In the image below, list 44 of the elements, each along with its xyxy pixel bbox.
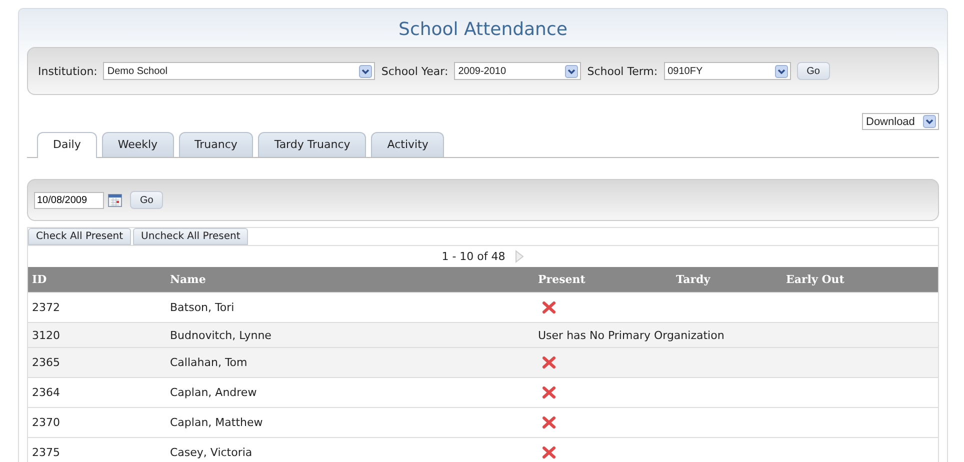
page-count: 1 - 10 of 48	[442, 250, 506, 263]
column-header: Name	[169, 273, 207, 286]
calendar-icon	[108, 194, 122, 206]
table-cell-text: Caplan, Andrew	[169, 386, 258, 399]
table-cell-text: 2365	[31, 356, 61, 369]
table-cell-text: Callahan, Tom	[169, 356, 248, 369]
tab[interactable]: Tardy Truancy	[258, 132, 366, 157]
cross-icon	[542, 356, 556, 369]
next-page-icon	[515, 250, 524, 263]
cross-icon	[542, 301, 556, 314]
select-field[interactable]: 0910FY	[664, 62, 791, 80]
field-label: School Term:	[587, 64, 658, 78]
cross-icon	[542, 446, 556, 459]
table-cell-text: Budnovitch, Lynne	[169, 328, 272, 342]
go-button[interactable]: Go	[796, 62, 830, 80]
action-button[interactable]: Uncheck All Present	[133, 228, 248, 245]
column-header: Present	[537, 273, 586, 286]
table-cell-text: 2364	[31, 386, 61, 399]
table-cell-text: 2370	[31, 416, 61, 429]
table-cell-text: 3120	[31, 328, 61, 342]
field-label: School Year:	[381, 64, 448, 78]
go-button[interactable]: Go	[130, 191, 164, 209]
table-cell-text: Batson, Tori	[169, 301, 236, 314]
download-select[interactable]: Download	[862, 113, 939, 130]
field-label: Institution:	[38, 64, 98, 78]
table-cell-text: User has No Primary Organization	[537, 328, 724, 342]
column-header: Early Out	[785, 273, 846, 286]
tab[interactable]: Daily	[37, 132, 97, 158]
page-title: School Attendance	[398, 18, 568, 42]
cross-icon	[542, 416, 556, 429]
table-cell-text: Casey, Victoria	[169, 446, 254, 459]
column-header: Tardy	[675, 273, 712, 286]
tab[interactable]: Weekly	[102, 132, 174, 157]
action-button[interactable]: Check All Present	[28, 228, 132, 245]
table-cell-text: Caplan, Matthew	[169, 416, 264, 429]
cross-icon	[542, 386, 556, 399]
date-field[interactable]: 10/08/2009	[34, 192, 104, 208]
tab[interactable]: Activity	[371, 132, 444, 157]
tab[interactable]: Truancy	[178, 132, 254, 157]
table-cell-text: 2372	[31, 301, 61, 314]
select-field[interactable]: 2009-2010	[454, 62, 582, 80]
select-field[interactable]: Demo School	[103, 62, 376, 80]
table-cell-text: 2375	[31, 446, 61, 459]
column-header: ID	[31, 273, 48, 286]
